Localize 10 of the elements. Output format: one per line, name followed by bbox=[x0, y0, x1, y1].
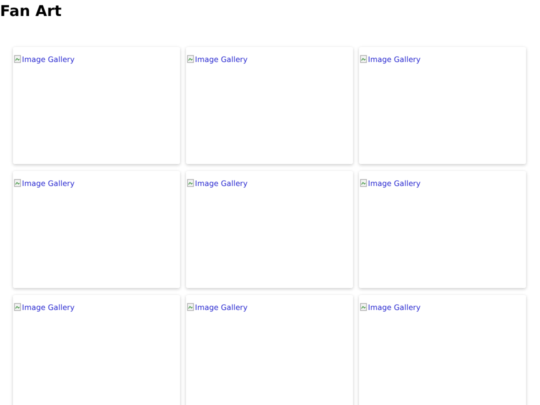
broken-image-icon bbox=[360, 303, 367, 311]
page-title: Fan Art bbox=[0, 1, 62, 20]
broken-image-icon bbox=[360, 55, 367, 63]
broken-image-icon bbox=[187, 179, 194, 187]
broken-image-icon bbox=[14, 179, 21, 187]
broken-image-icon bbox=[14, 55, 21, 63]
broken-image-icon bbox=[187, 303, 194, 311]
broken-image-icon bbox=[187, 55, 194, 63]
broken-image-icon bbox=[360, 179, 367, 187]
broken-image-icon bbox=[14, 303, 21, 311]
